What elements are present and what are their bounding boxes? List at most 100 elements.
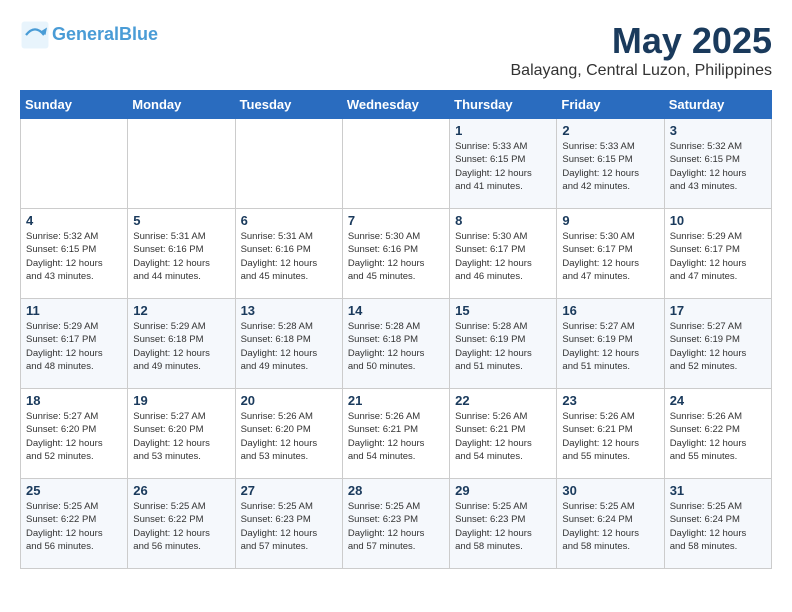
calendar-cell: 3 Sunrise: 5:32 AM Sunset: 6:15 PM Daylig… [664, 119, 771, 209]
calendar-cell: 20 Sunrise: 5:26 AM Sunset: 6:20 PM Dayli… [235, 389, 342, 479]
header: GeneralBlue May 2025 Balayang, Central L… [20, 20, 772, 80]
calendar-cell: 31Sunrise: 5:25 AM Sunset: 6:24 PM Dayli… [664, 479, 771, 569]
calendar-cell: 13 Sunrise: 5:28 AM Sunset: 6:18 PM Dayli… [235, 299, 342, 389]
cell-info: Sunrise: 5:29 AM Sunset: 6:18 PM Dayligh… [133, 320, 229, 373]
cell-info: Sunrise: 5:28 AM Sunset: 6:18 PM Dayligh… [241, 320, 337, 373]
cell-info: Sunrise: 5:31 AM Sunset: 6:16 PM Dayligh… [241, 230, 337, 283]
cell-info: Sunrise: 5:26 AM Sunset: 6:21 PM Dayligh… [348, 410, 444, 463]
calendar-cell: 4 Sunrise: 5:32 AM Sunset: 6:15 PM Daylig… [21, 209, 128, 299]
calendar-cell: 6 Sunrise: 5:31 AM Sunset: 6:16 PM Daylig… [235, 209, 342, 299]
calendar-week-row: 11 Sunrise: 5:29 AM Sunset: 6:17 PM Dayli… [21, 299, 772, 389]
cell-info: Sunrise: 5:26 AM Sunset: 6:21 PM Dayligh… [455, 410, 551, 463]
weekday-header: Friday [557, 91, 664, 119]
calendar-cell: 27 Sunrise: 5:25 AM Sunset: 6:23 PM Dayli… [235, 479, 342, 569]
day-number: 13 [241, 303, 337, 318]
calendar-cell: 1Sunrise: 5:33 AM Sunset: 6:15 PM Daylig… [450, 119, 557, 209]
calendar-cell: 25Sunrise: 5:25 AM Sunset: 6:22 PM Dayli… [21, 479, 128, 569]
cell-info: Sunrise: 5:28 AM Sunset: 6:18 PM Dayligh… [348, 320, 444, 373]
calendar-cell: 28 Sunrise: 5:25 AM Sunset: 6:23 PM Dayli… [342, 479, 449, 569]
weekday-header: Thursday [450, 91, 557, 119]
day-number: 22 [455, 393, 551, 408]
weekday-header: Saturday [664, 91, 771, 119]
cell-info: Sunrise: 5:27 AM Sunset: 6:19 PM Dayligh… [670, 320, 766, 373]
day-number: 6 [241, 213, 337, 228]
calendar-cell: 18 Sunrise: 5:27 AM Sunset: 6:20 PM Dayli… [21, 389, 128, 479]
cell-info: Sunrise: 5:25 AM Sunset: 6:22 PM Dayligh… [26, 500, 122, 553]
day-number: 21 [348, 393, 444, 408]
cell-info: Sunrise: 5:30 AM Sunset: 6:16 PM Dayligh… [348, 230, 444, 283]
day-number: 28 [348, 483, 444, 498]
cell-info: Sunrise: 5:33 AM Sunset: 6:15 PM Dayligh… [455, 140, 551, 193]
day-number: 31 [670, 483, 766, 498]
cell-info: Sunrise: 5:26 AM Sunset: 6:22 PM Dayligh… [670, 410, 766, 463]
calendar-cell: 7 Sunrise: 5:30 AM Sunset: 6:16 PM Daylig… [342, 209, 449, 299]
day-number: 30 [562, 483, 658, 498]
cell-info: Sunrise: 5:27 AM Sunset: 6:20 PM Dayligh… [133, 410, 229, 463]
calendar-week-row: 25Sunrise: 5:25 AM Sunset: 6:22 PM Dayli… [21, 479, 772, 569]
logo: GeneralBlue [20, 20, 158, 50]
calendar-cell [21, 119, 128, 209]
day-number: 15 [455, 303, 551, 318]
logo-line2: Blue [119, 24, 158, 44]
calendar-cell: 22 Sunrise: 5:26 AM Sunset: 6:21 PM Dayli… [450, 389, 557, 479]
cell-info: Sunrise: 5:25 AM Sunset: 6:22 PM Dayligh… [133, 500, 229, 553]
day-number: 9 [562, 213, 658, 228]
calendar-table: SundayMondayTuesdayWednesdayThursdayFrid… [20, 90, 772, 569]
calendar-cell: 17 Sunrise: 5:27 AM Sunset: 6:19 PM Dayli… [664, 299, 771, 389]
cell-info: Sunrise: 5:25 AM Sunset: 6:24 PM Dayligh… [562, 500, 658, 553]
cell-info: Sunrise: 5:26 AM Sunset: 6:21 PM Dayligh… [562, 410, 658, 463]
cell-info: Sunrise: 5:29 AM Sunset: 6:17 PM Dayligh… [26, 320, 122, 373]
day-number: 14 [348, 303, 444, 318]
day-number: 7 [348, 213, 444, 228]
calendar-cell [342, 119, 449, 209]
calendar-cell: 5Sunrise: 5:31 AM Sunset: 6:16 PM Daylig… [128, 209, 235, 299]
cell-info: Sunrise: 5:26 AM Sunset: 6:20 PM Dayligh… [241, 410, 337, 463]
calendar-cell: 19Sunrise: 5:27 AM Sunset: 6:20 PM Dayli… [128, 389, 235, 479]
calendar-cell: 26 Sunrise: 5:25 AM Sunset: 6:22 PM Dayli… [128, 479, 235, 569]
calendar-week-row: 4 Sunrise: 5:32 AM Sunset: 6:15 PM Daylig… [21, 209, 772, 299]
calendar-cell: 9Sunrise: 5:30 AM Sunset: 6:17 PM Daylig… [557, 209, 664, 299]
location-title: Balayang, Central Luzon, Philippines [511, 62, 773, 80]
weekday-header: Sunday [21, 91, 128, 119]
cell-info: Sunrise: 5:25 AM Sunset: 6:23 PM Dayligh… [455, 500, 551, 553]
calendar-cell: 2Sunrise: 5:33 AM Sunset: 6:15 PM Daylig… [557, 119, 664, 209]
day-number: 5 [133, 213, 229, 228]
cell-info: Sunrise: 5:25 AM Sunset: 6:23 PM Dayligh… [241, 500, 337, 553]
calendar-cell: 8 Sunrise: 5:30 AM Sunset: 6:17 PM Daylig… [450, 209, 557, 299]
calendar-cell: 24 Sunrise: 5:26 AM Sunset: 6:22 PM Dayli… [664, 389, 771, 479]
logo-line1: General [52, 24, 119, 44]
cell-info: Sunrise: 5:33 AM Sunset: 6:15 PM Dayligh… [562, 140, 658, 193]
calendar-cell: 16Sunrise: 5:27 AM Sunset: 6:19 PM Dayli… [557, 299, 664, 389]
day-number: 8 [455, 213, 551, 228]
calendar-cell: 29 Sunrise: 5:25 AM Sunset: 6:23 PM Dayli… [450, 479, 557, 569]
cell-info: Sunrise: 5:27 AM Sunset: 6:19 PM Dayligh… [562, 320, 658, 373]
day-number: 12 [133, 303, 229, 318]
calendar-week-row: 1Sunrise: 5:33 AM Sunset: 6:15 PM Daylig… [21, 119, 772, 209]
day-number: 20 [241, 393, 337, 408]
weekday-header: Tuesday [235, 91, 342, 119]
cell-info: Sunrise: 5:32 AM Sunset: 6:15 PM Dayligh… [26, 230, 122, 283]
cell-info: Sunrise: 5:29 AM Sunset: 6:17 PM Dayligh… [670, 230, 766, 283]
calendar-cell [235, 119, 342, 209]
calendar-cell: 23Sunrise: 5:26 AM Sunset: 6:21 PM Dayli… [557, 389, 664, 479]
day-number: 26 [133, 483, 229, 498]
day-number: 3 [670, 123, 766, 138]
cell-info: Sunrise: 5:27 AM Sunset: 6:20 PM Dayligh… [26, 410, 122, 463]
calendar-cell: 21 Sunrise: 5:26 AM Sunset: 6:21 PM Dayli… [342, 389, 449, 479]
day-number: 24 [670, 393, 766, 408]
day-number: 11 [26, 303, 122, 318]
day-number: 18 [26, 393, 122, 408]
calendar-cell: 11 Sunrise: 5:29 AM Sunset: 6:17 PM Dayli… [21, 299, 128, 389]
cell-info: Sunrise: 5:25 AM Sunset: 6:23 PM Dayligh… [348, 500, 444, 553]
weekday-header: Wednesday [342, 91, 449, 119]
day-number: 17 [670, 303, 766, 318]
day-number: 4 [26, 213, 122, 228]
calendar-cell: 10Sunrise: 5:29 AM Sunset: 6:17 PM Dayli… [664, 209, 771, 299]
day-number: 29 [455, 483, 551, 498]
calendar-cell: 30 Sunrise: 5:25 AM Sunset: 6:24 PM Dayli… [557, 479, 664, 569]
cell-info: Sunrise: 5:32 AM Sunset: 6:15 PM Dayligh… [670, 140, 766, 193]
day-number: 27 [241, 483, 337, 498]
cell-info: Sunrise: 5:30 AM Sunset: 6:17 PM Dayligh… [455, 230, 551, 283]
calendar-cell: 15Sunrise: 5:28 AM Sunset: 6:19 PM Dayli… [450, 299, 557, 389]
month-title: May 2025 [511, 20, 773, 62]
